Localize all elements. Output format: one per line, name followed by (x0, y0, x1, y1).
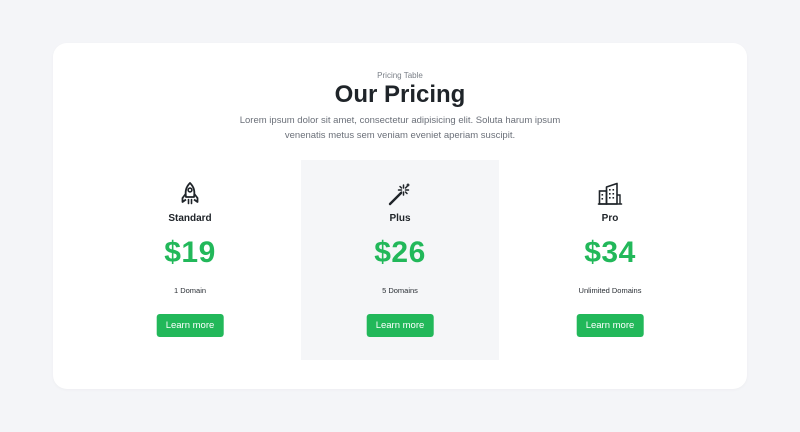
plan-feature: Unlimited Domains (578, 286, 642, 295)
section-description: Lorem ipsum dolor sit amet, consectetur … (239, 115, 561, 141)
pricing-plans: Standard $19 1 Domain Learn more Plus $2… (91, 160, 709, 360)
plan-feature: 1 Domain (173, 286, 207, 295)
page: Pricing Table Our Pricing Lorem ipsum do… (0, 0, 800, 432)
rocket-icon (91, 181, 289, 207)
learn-more-button-standard[interactable]: Learn more (156, 314, 224, 337)
plan-name: Pro (601, 213, 619, 224)
plan-pro: Pro $34 Unlimited Domains Learn more (511, 160, 709, 360)
plan-price: $26 (374, 236, 426, 269)
learn-more-button-pro[interactable]: Learn more (576, 314, 644, 337)
pricing-card: Pricing Table Our Pricing Lorem ipsum do… (53, 43, 747, 389)
learn-more-button-plus[interactable]: Learn more (366, 314, 434, 337)
plan-name: Plus (389, 213, 411, 224)
plan-name: Standard (168, 213, 212, 224)
plan-feature: 5 Domains (382, 286, 418, 295)
magic-wand-icon (301, 181, 499, 207)
page-title: Our Pricing (334, 81, 466, 108)
buildings-icon (511, 181, 709, 207)
plan-price: $34 (584, 236, 636, 269)
plan-plus: Plus $26 5 Domains Learn more (301, 160, 499, 360)
plan-standard: Standard $19 1 Domain Learn more (91, 160, 289, 360)
plan-price: $19 (164, 236, 216, 269)
section-eyebrow: Pricing Table (377, 71, 423, 80)
